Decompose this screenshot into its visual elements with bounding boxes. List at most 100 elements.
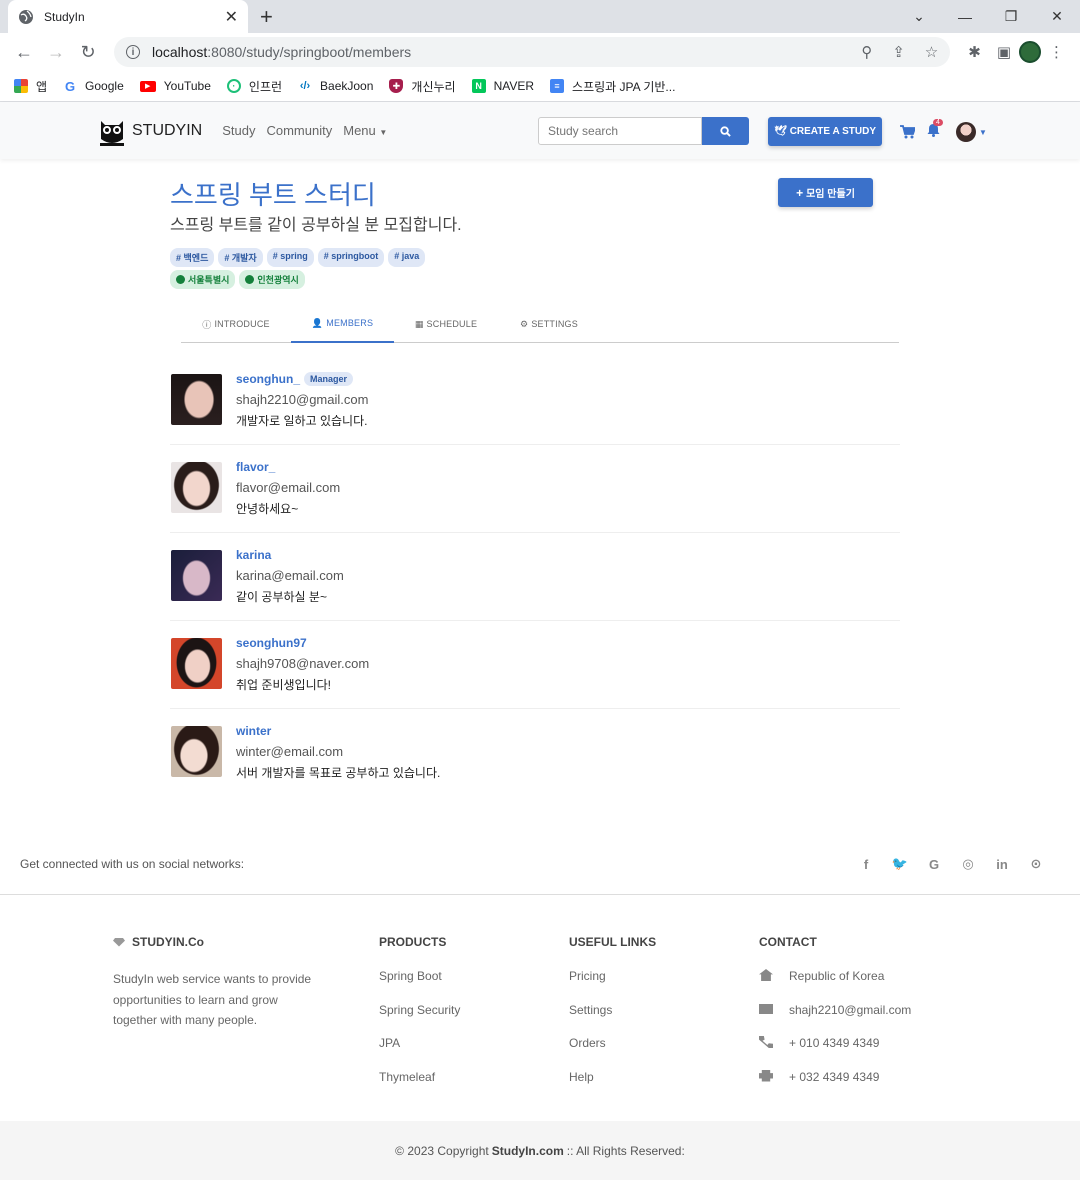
footer-link-help[interactable]: Help xyxy=(569,1070,656,1104)
cart-icon[interactable] xyxy=(900,125,915,139)
products-heading: PRODUCTS xyxy=(379,935,447,949)
kebab-menu-icon[interactable]: ⋮ xyxy=(1049,43,1064,61)
share-icon[interactable]: ⇪ xyxy=(892,44,905,61)
member-photo[interactable] xyxy=(171,462,222,513)
github-icon[interactable]: ⊙ xyxy=(1028,856,1044,872)
study-tabs: ⓘ INTRODUCE 👤 MEMBERS ▦ SCHEDULE ⚙ SETTINGS xyxy=(181,305,899,343)
browser-tab[interactable]: StudyIn ✕ xyxy=(8,0,248,33)
footer-contact-col: CONTACT Republic of Korea shajh2210@gmai… xyxy=(759,935,911,1103)
code-icon: ‹/› xyxy=(298,79,313,93)
print-icon xyxy=(759,1069,773,1082)
notifications[interactable]: 4 xyxy=(927,118,943,142)
zone-badge[interactable]: 서울특별시 xyxy=(170,270,236,289)
study-description: 스프링 부트를 같이 공부하실 분 모집합니다. xyxy=(170,217,462,234)
bookmark-youtube[interactable]: ▶ YouTube xyxy=(139,79,211,93)
member-email: shajh2210@gmail.com xyxy=(236,392,369,407)
tag-badge[interactable]: # 백엔드 xyxy=(170,248,215,267)
tab-members[interactable]: 👤 MEMBERS xyxy=(291,305,394,343)
member-name[interactable]: flavor_ xyxy=(236,460,275,474)
search-input[interactable] xyxy=(538,117,702,145)
close-tab-icon[interactable]: ✕ xyxy=(225,7,238,27)
member-name[interactable]: seonghun_ xyxy=(236,372,300,386)
member-item: seonghun_ Manager shajh2210@gmail.com 개발… xyxy=(170,357,900,445)
tag-badge[interactable]: # spring xyxy=(266,248,314,267)
create-study-button[interactable]: 🕊 CREATE A STUDY xyxy=(768,117,882,146)
user-avatar[interactable] xyxy=(956,122,976,142)
owl-icon xyxy=(100,120,124,146)
calendar-icon: ▦ xyxy=(414,318,424,329)
member-item: seonghun97 shajh9708@naver.com 취업 준비생입니다… xyxy=(170,621,900,709)
member-name[interactable]: seonghun97 xyxy=(236,636,307,650)
bookmark-google[interactable]: G Google xyxy=(63,79,124,94)
study-search xyxy=(538,117,749,145)
footer-products-col: PRODUCTS Spring Boot Spring Security JPA… xyxy=(379,935,460,1103)
caret-down-icon[interactable]: ▼ xyxy=(979,128,987,137)
contact-phone: + 010 4349 4349 xyxy=(759,1036,911,1070)
facebook-icon[interactable]: f xyxy=(858,856,874,872)
google-icon[interactable]: G xyxy=(926,856,942,872)
instagram-icon[interactable]: ◎ xyxy=(960,856,976,872)
member-bio: 안녕하세요~ xyxy=(236,502,299,516)
forward-icon[interactable]: → xyxy=(40,37,72,67)
sidepanel-icon[interactable]: ▣ xyxy=(997,43,1011,61)
member-photo[interactable] xyxy=(171,638,222,689)
bookmark-apps[interactable]: 앱 xyxy=(14,78,47,95)
footer-link-orders[interactable]: Orders xyxy=(569,1036,656,1070)
inflearn-icon: · xyxy=(226,79,241,93)
study-title[interactable]: 스프링 부트 스터디 xyxy=(170,175,376,212)
restore-icon[interactable]: ❐ xyxy=(988,0,1034,33)
info-icon[interactable]: i xyxy=(126,45,140,59)
bookmark-baekjoon[interactable]: ‹/› BaekJoon xyxy=(298,79,373,93)
back-icon[interactable]: ← xyxy=(8,37,40,67)
member-name[interactable]: winter xyxy=(236,724,271,738)
new-tab-icon[interactable]: + xyxy=(260,4,273,30)
tab-introduce[interactable]: ⓘ INTRODUCE xyxy=(181,305,291,343)
globe-icon xyxy=(19,9,33,24)
zoom-icon[interactable]: ⚲ xyxy=(861,44,872,61)
linkedin-icon[interactable]: in xyxy=(994,856,1010,872)
member-photo[interactable] xyxy=(171,726,222,777)
bookmark-gaesinnuri[interactable]: ✚ 개신누리 xyxy=(389,78,456,95)
footer-link-thymeleaf[interactable]: Thymeleaf xyxy=(379,1070,460,1104)
footer-link-settings[interactable]: Settings xyxy=(569,1003,656,1037)
reload-icon[interactable]: ↻ xyxy=(72,37,104,67)
gears-icon: ⚙ xyxy=(520,318,529,329)
search-button[interactable] xyxy=(702,117,749,145)
member-photo[interactable] xyxy=(171,374,222,425)
extensions-icon[interactable]: ✱ xyxy=(968,43,981,61)
close-window-icon[interactable]: ✕ xyxy=(1034,0,1080,33)
star-icon[interactable]: ☆ xyxy=(925,44,938,61)
nav-study[interactable]: Study xyxy=(222,123,255,138)
member-photo[interactable] xyxy=(171,550,222,601)
tab-settings[interactable]: ⚙ SETTINGS xyxy=(498,305,600,343)
bookmark-inflearn[interactable]: · 인프런 xyxy=(226,78,282,95)
zone-badge[interactable]: 인천광역시 xyxy=(239,270,305,289)
tab-search-icon[interactable]: ⌄ xyxy=(896,0,942,33)
tag-badge[interactable]: # springboot xyxy=(317,248,385,267)
site-navbar: STUDYIN Study Community Menu ▼ 🕊CREATE A… xyxy=(0,102,1080,159)
tab-schedule[interactable]: ▦ SCHEDULE xyxy=(394,305,498,343)
tag-badge[interactable]: # 개발자 xyxy=(218,248,263,267)
member-bio: 서버 개발자를 목표로 공부하고 있습니다. xyxy=(236,766,441,780)
member-name[interactable]: karina xyxy=(236,548,271,562)
footer-link-spring-boot[interactable]: Spring Boot xyxy=(379,969,460,1003)
profile-avatar[interactable] xyxy=(1019,41,1041,63)
url-input[interactable]: i localhost:8080/study/springboot/member… xyxy=(114,37,951,67)
footer-link-pricing[interactable]: Pricing xyxy=(569,969,656,1003)
bookmark-naver[interactable]: N NAVER xyxy=(471,79,534,93)
footer-brand: STUDYIN.Co xyxy=(132,935,204,949)
copyright-brand[interactable]: StudyIn.com xyxy=(492,1144,564,1158)
window-controls: ⌄ — ❐ ✕ xyxy=(896,0,1080,33)
manager-badge: Manager xyxy=(304,372,354,386)
tag-badge[interactable]: # java xyxy=(388,248,426,267)
minimize-icon[interactable]: — xyxy=(942,0,988,33)
footer-link-spring-security[interactable]: Spring Security xyxy=(379,1003,460,1037)
brand-logo[interactable]: STUDYIN xyxy=(96,115,202,147)
nav-menu[interactable]: Menu ▼ xyxy=(343,123,387,138)
bookmark-spring-jpa[interactable]: ≡ 스프링과 JPA 기반... xyxy=(550,78,675,95)
footer-link-jpa[interactable]: JPA xyxy=(379,1036,460,1070)
member-bio: 같이 공부하실 분~ xyxy=(236,590,327,604)
make-group-button[interactable]: + 모임 만들기 xyxy=(778,178,873,207)
twitter-icon[interactable]: 🐦 xyxy=(892,856,908,872)
nav-community[interactable]: Community xyxy=(266,123,332,138)
